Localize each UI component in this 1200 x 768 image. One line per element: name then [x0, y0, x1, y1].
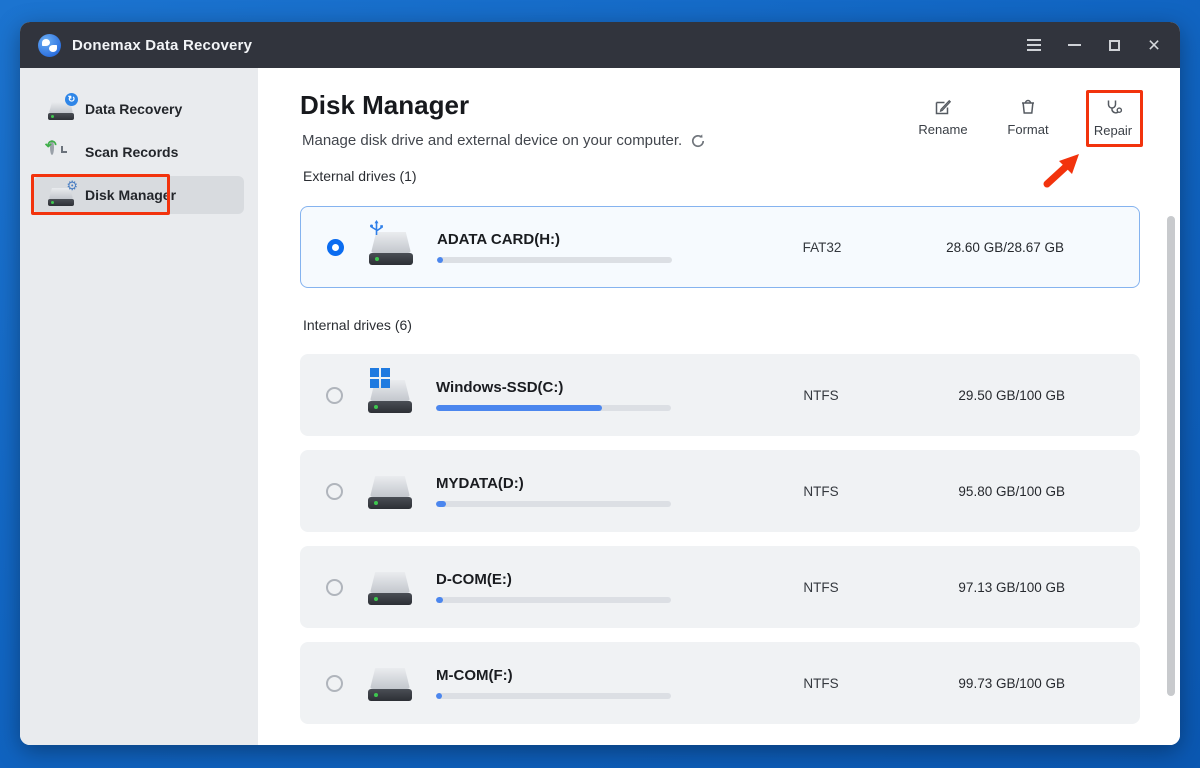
capacity-progressbar — [436, 597, 671, 603]
drive-row[interactable]: M-COM(F:) NTFS 99.73 GB/100 GB — [300, 642, 1140, 724]
drive-capacity: 99.73 GB/100 GB — [881, 676, 1065, 691]
capacity-progressbar — [436, 501, 671, 507]
drive-list: External drives (1) ADATA CARD(H:) FAT32… — [300, 168, 1140, 738]
app-logo-icon — [38, 34, 61, 57]
close-button[interactable]: × — [1134, 22, 1174, 68]
format-icon — [1019, 98, 1037, 116]
drive-name: D-COM(E:) — [436, 571, 671, 588]
window-controls: × — [1014, 22, 1180, 68]
section-label-external: External drives (1) — [303, 168, 1140, 190]
drive-name: ADATA CARD(H:) — [437, 231, 672, 248]
app-title: Donemax Data Recovery — [72, 37, 252, 54]
maximize-button[interactable] — [1094, 22, 1134, 68]
format-button[interactable]: Format — [999, 98, 1057, 138]
drive-capacity: 28.60 GB/28.67 GB — [882, 240, 1064, 255]
capacity-progressbar — [436, 405, 671, 411]
drive-capacity: 97.13 GB/100 GB — [881, 580, 1065, 595]
drive-radio[interactable] — [327, 239, 344, 256]
sidebar-item-data-recovery[interactable]: ↻ Data Recovery — [34, 90, 244, 128]
scan-records-icon: ↶ — [46, 139, 76, 165]
drive-name: MYDATA(D:) — [436, 475, 671, 492]
capacity-progressbar — [436, 693, 671, 699]
section-label-internal: Internal drives (6) — [303, 317, 1140, 339]
drive-filesystem: NTFS — [761, 484, 881, 499]
repair-button[interactable]: Repair — [1084, 98, 1142, 138]
drive-icon — [366, 662, 414, 704]
drive-filesystem: NTFS — [761, 580, 881, 595]
drive-icon — [367, 226, 415, 268]
drive-filesystem: NTFS — [761, 388, 881, 403]
drive-row[interactable]: ADATA CARD(H:) FAT32 28.60 GB/28.67 GB — [300, 206, 1140, 288]
disk-manager-icon: ⚙ — [46, 182, 76, 208]
sidebar-item-disk-manager[interactable]: ⚙ Disk Manager — [34, 176, 244, 214]
drive-radio[interactable] — [326, 483, 343, 500]
repair-stethoscope-icon — [1104, 98, 1123, 117]
toolbar: Rename Format Repair — [914, 98, 1142, 138]
capacity-progressbar — [437, 257, 672, 263]
menu-icon[interactable] — [1014, 22, 1054, 68]
drive-capacity: 95.80 GB/100 GB — [881, 484, 1065, 499]
titlebar: Donemax Data Recovery × — [20, 22, 1180, 68]
drive-icon — [366, 566, 414, 608]
rename-icon — [934, 98, 952, 116]
drive-row[interactable]: D-COM(E:) NTFS 97.13 GB/100 GB — [300, 546, 1140, 628]
page-subtitle: Manage disk drive and external device on… — [302, 132, 682, 149]
app-window: Donemax Data Recovery × ↻ Data Recovery … — [20, 22, 1180, 745]
minimize-button[interactable] — [1054, 22, 1094, 68]
external-drives-group: ADATA CARD(H:) FAT32 28.60 GB/28.67 GB — [300, 206, 1140, 288]
page-title: Disk Manager — [300, 90, 469, 121]
drive-badge-icon — [369, 220, 384, 245]
vertical-scrollbar[interactable] — [1167, 216, 1175, 696]
drive-row[interactable]: MYDATA(D:) NTFS 95.80 GB/100 GB — [300, 450, 1140, 532]
drive-icon — [366, 470, 414, 512]
rename-button[interactable]: Rename — [914, 98, 972, 138]
drive-capacity: 29.50 GB/100 GB — [881, 388, 1065, 403]
drive-radio[interactable] — [326, 579, 343, 596]
drive-filesystem: NTFS — [761, 676, 881, 691]
drive-row[interactable]: Windows-SSD(C:) NTFS 29.50 GB/100 GB — [300, 354, 1140, 436]
refresh-icon[interactable] — [690, 133, 706, 149]
drive-filesystem: FAT32 — [762, 240, 882, 255]
internal-drives-group: Windows-SSD(C:) NTFS 29.50 GB/100 GB MYD… — [300, 354, 1140, 724]
drive-badge-icon — [370, 368, 390, 388]
drive-radio[interactable] — [326, 675, 343, 692]
drive-icon — [366, 374, 414, 416]
main-content: Disk Manager Manage disk drive and exter… — [258, 68, 1180, 745]
drive-name: Windows-SSD(C:) — [436, 379, 671, 396]
data-recovery-icon: ↻ — [46, 96, 76, 122]
drive-name: M-COM(F:) — [436, 667, 671, 684]
sidebar-item-scan-records[interactable]: ↶ Scan Records — [34, 133, 244, 171]
sidebar: ↻ Data Recovery ↶ Scan Records ⚙ Disk Ma… — [20, 68, 258, 745]
drive-radio[interactable] — [326, 387, 343, 404]
